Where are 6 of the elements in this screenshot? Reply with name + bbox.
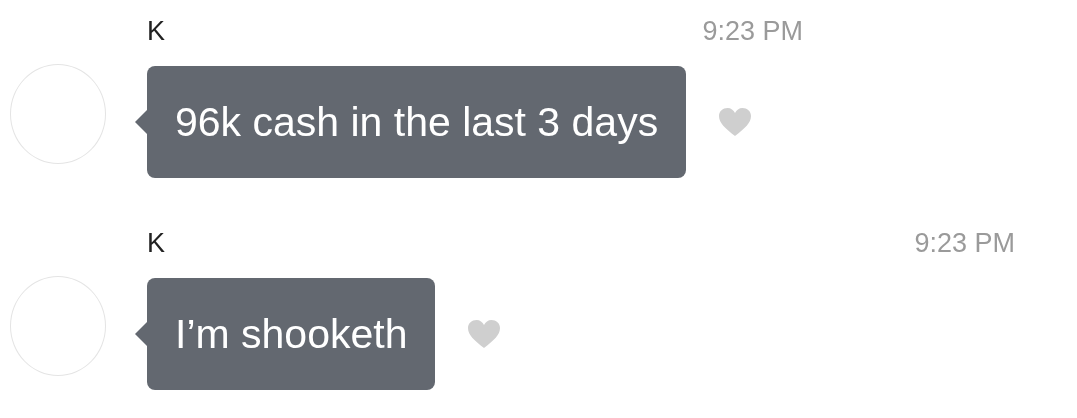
heart-icon[interactable] — [718, 107, 753, 137]
heart-icon[interactable] — [467, 319, 502, 349]
message-time: 9:23 PM — [914, 228, 1015, 259]
sender-name: K — [147, 228, 165, 259]
sender-name: K — [147, 16, 165, 47]
message-time: 9:23 PM — [702, 16, 803, 47]
